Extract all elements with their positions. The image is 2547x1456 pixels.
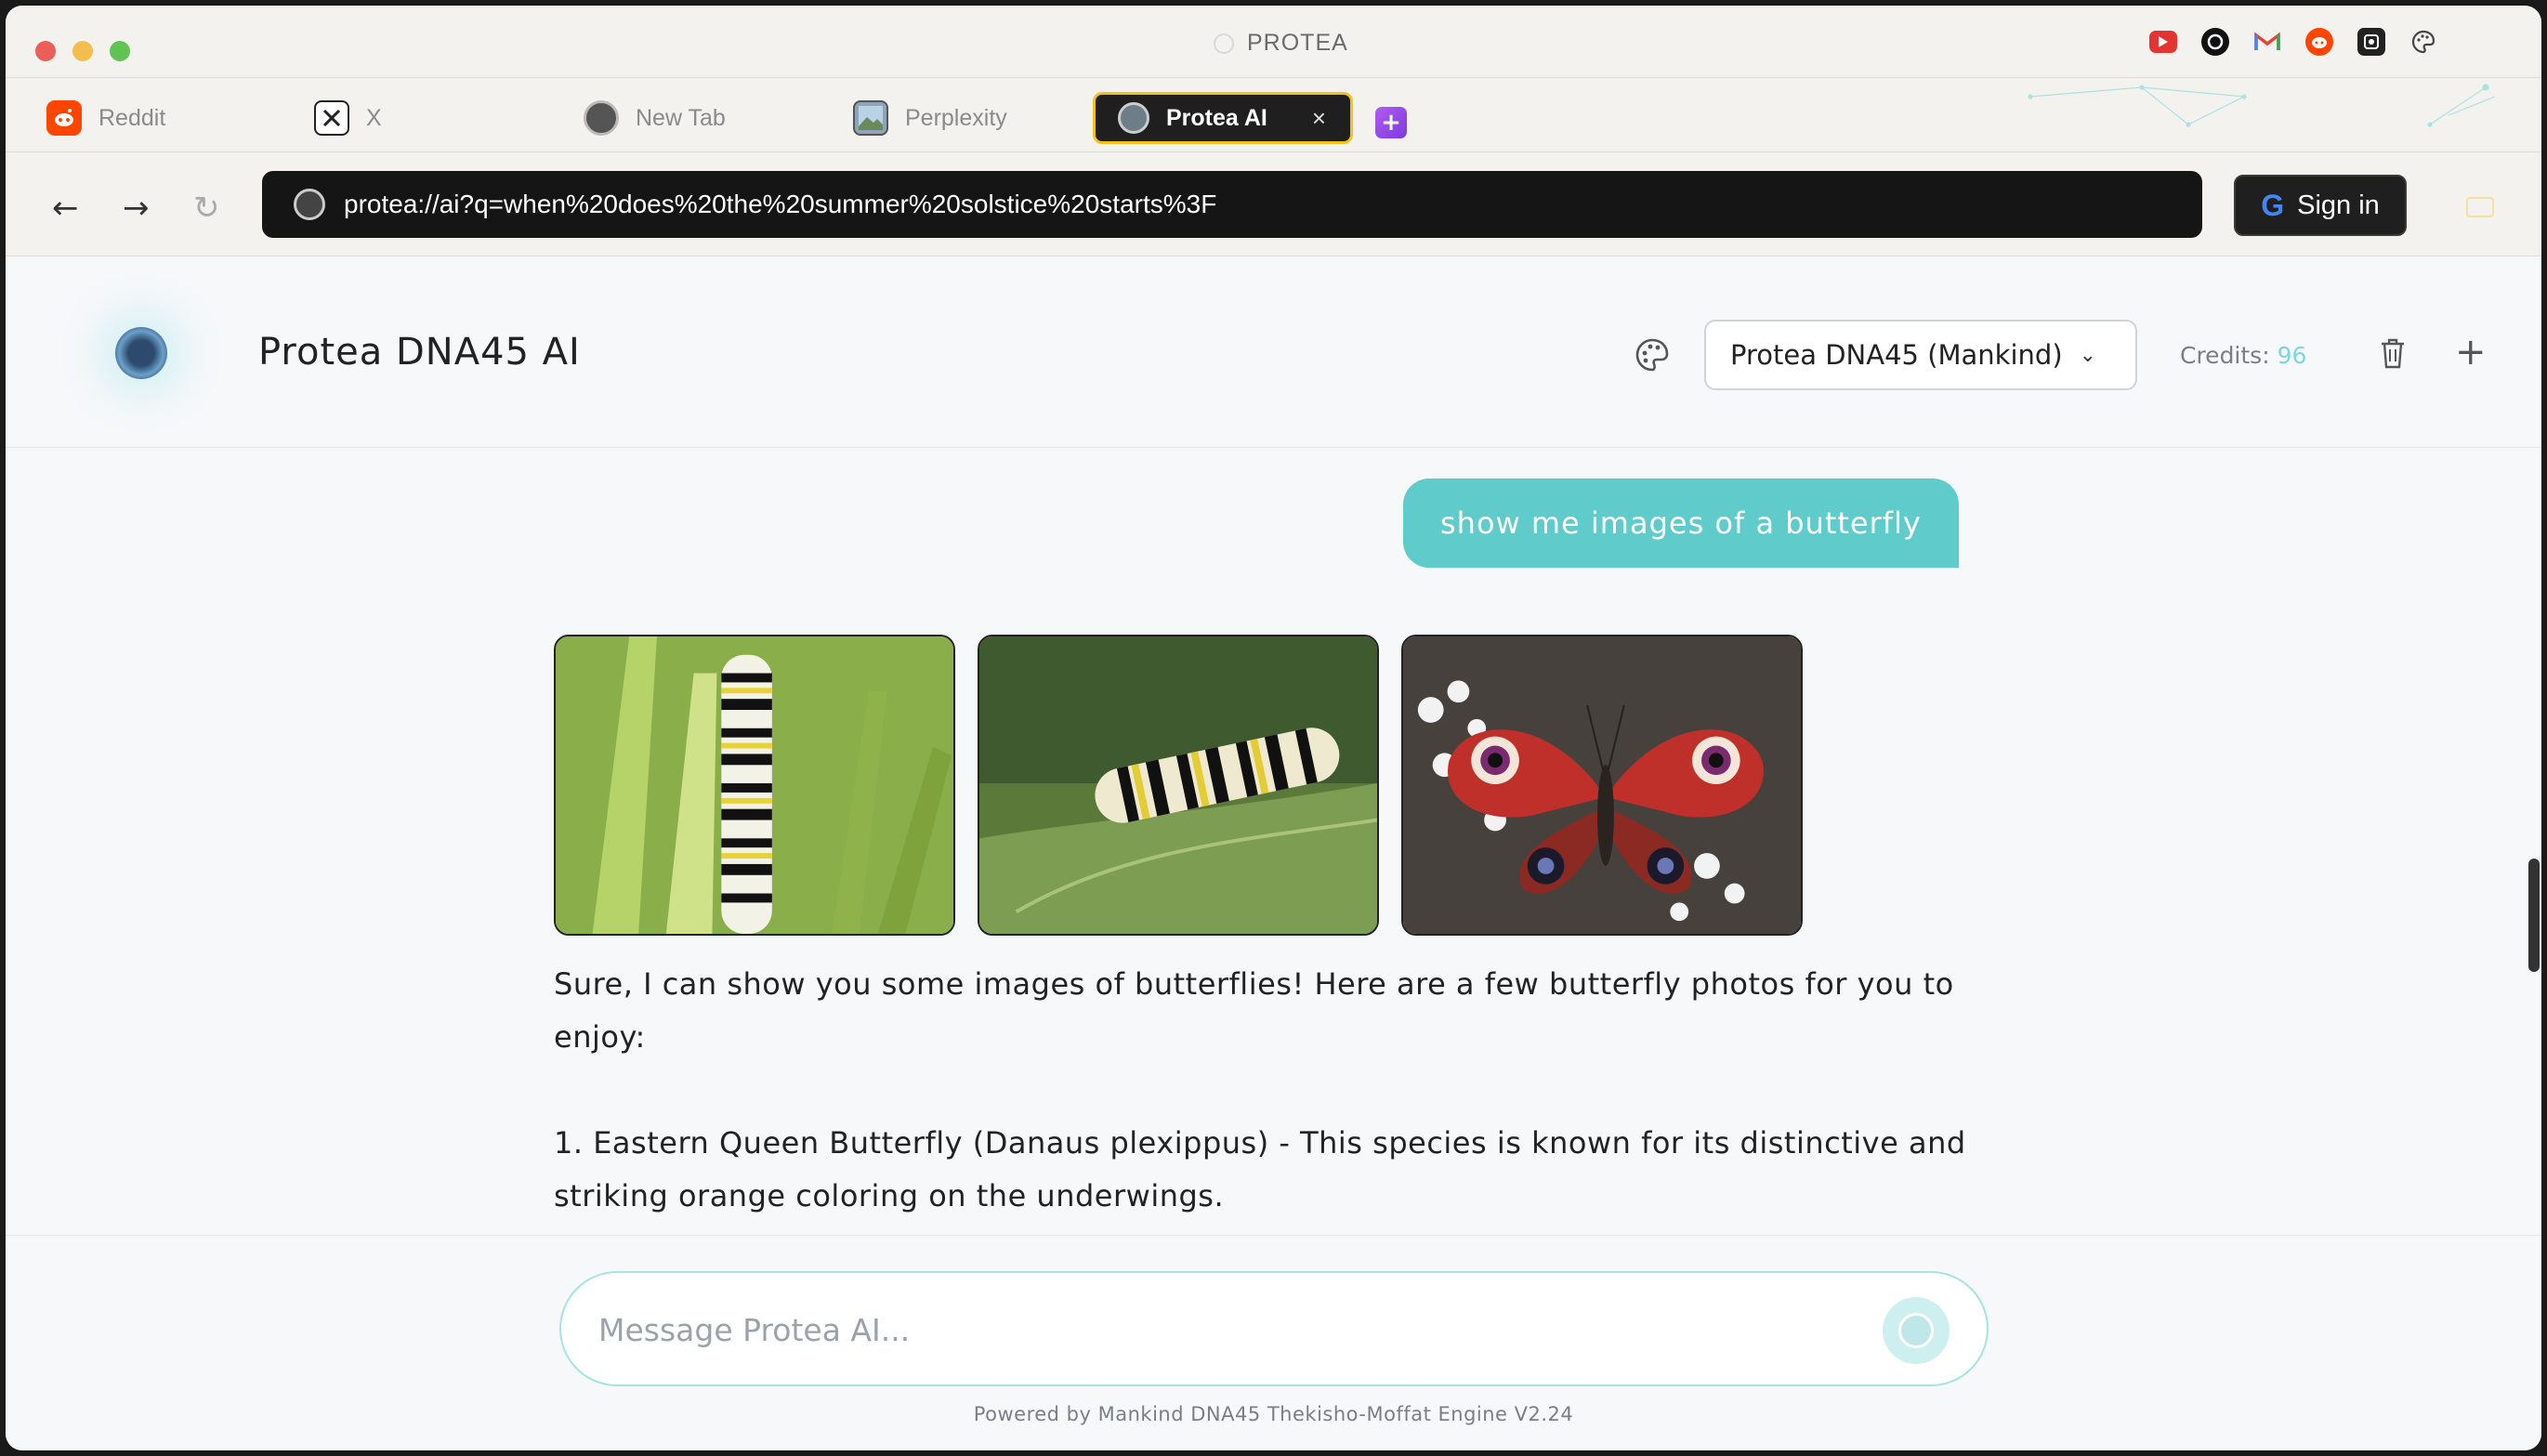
- title-bar: PROTEA: [6, 6, 2541, 78]
- app-header: Protea DNA45 AI Protea DNA45 (Mankind) ⌄…: [6, 256, 2541, 448]
- minimize-window-button[interactable]: [72, 41, 93, 61]
- protea-icon: [584, 100, 619, 136]
- send-button[interactable]: [1883, 1297, 1950, 1364]
- scrollbar[interactable]: [2528, 859, 2540, 972]
- reddit-icon: [46, 100, 82, 136]
- folder-icon[interactable]: [2466, 197, 2494, 217]
- sign-in-label: Sign in: [2297, 190, 2380, 220]
- user-message-bubble: show me images of a butterfly: [1403, 479, 1959, 568]
- tab-label: Reddit: [98, 104, 166, 131]
- browser-window: PROTEA Reddit X New Tab Perplexity Prote…: [6, 6, 2541, 1450]
- url-text[interactable]: protea://ai?q=when%20does%20the%20summer…: [344, 190, 1216, 219]
- page-title: Protea DNA45 AI: [258, 331, 581, 374]
- tab-protea-ai[interactable]: Protea AI ×: [1093, 92, 1353, 144]
- image-icon: [853, 100, 888, 136]
- protea-send-icon: [1898, 1313, 1934, 1348]
- back-arrow-icon[interactable]: ←: [52, 190, 79, 227]
- new-tab-button[interactable]: +: [1375, 107, 1407, 138]
- protea-icon: [1118, 102, 1149, 134]
- tab-x[interactable]: X: [299, 92, 382, 144]
- tab-bar: Reddit X New Tab Perplexity Protea AI × …: [6, 78, 2541, 152]
- tab-perplexity[interactable]: Perplexity: [838, 92, 1007, 144]
- tab-label: X: [366, 104, 382, 131]
- window-title: PROTEA: [1214, 30, 1348, 57]
- chat-area: show me images of a butterfly Sure, I ca…: [6, 449, 2541, 1235]
- protea-logo-icon: [115, 327, 167, 379]
- assistant-message: Sure, I can show you some images of butt…: [554, 958, 2003, 1235]
- maximize-window-button[interactable]: [110, 41, 130, 61]
- chatgpt-icon[interactable]: [2201, 28, 2229, 56]
- sign-in-button[interactable]: G Sign in: [2234, 175, 2407, 236]
- butterfly-image-2[interactable]: [978, 635, 1379, 936]
- butterfly-image-3[interactable]: [1401, 635, 1803, 936]
- message-composer: [559, 1271, 1989, 1386]
- address-bar[interactable]: protea://ai?q=when%20does%20the%20summer…: [262, 171, 2202, 238]
- credits-display: Credits: 96: [2180, 342, 2306, 369]
- x-icon: [314, 100, 349, 136]
- tab-new-tab[interactable]: New Tab: [569, 92, 726, 144]
- assistant-paragraph: Sure, I can show you some images of butt…: [554, 966, 1954, 1055]
- network-decoration: [2028, 84, 2496, 127]
- window-title-text: PROTEA: [1247, 30, 1348, 56]
- credits-label: Credits:: [2180, 342, 2270, 369]
- tab-reddit[interactable]: Reddit: [32, 92, 165, 144]
- credits-value: 96: [2277, 342, 2307, 369]
- butterfly-image-1[interactable]: [554, 635, 955, 936]
- tab-label: Perplexity: [905, 104, 1007, 131]
- navigation-bar: ← → ↻ protea://ai?q=when%20does%20the%20…: [6, 152, 2541, 256]
- reload-icon[interactable]: ↻: [193, 190, 220, 227]
- palette-icon[interactable]: [2409, 28, 2437, 56]
- close-tab-icon[interactable]: ×: [1312, 104, 1326, 133]
- camera-icon[interactable]: [2357, 28, 2385, 56]
- reddit-icon[interactable]: [2305, 28, 2333, 56]
- new-chat-button[interactable]: +: [2455, 331, 2487, 374]
- youtube-icon[interactable]: [2149, 31, 2177, 53]
- extensions-bar: [2149, 28, 2437, 56]
- chevron-down-icon: ⌄: [2079, 343, 2097, 367]
- gmail-icon[interactable]: [2253, 28, 2281, 56]
- tab-label: New Tab: [636, 104, 726, 131]
- trash-icon[interactable]: [2379, 336, 2407, 370]
- protea-icon: [1214, 33, 1234, 54]
- palette-icon[interactable]: [1634, 336, 1671, 374]
- close-window-button[interactable]: [35, 41, 56, 61]
- google-icon: G: [2261, 188, 2285, 222]
- message-input[interactable]: [598, 1301, 1806, 1358]
- composer-area: Powered by Mankind DNA45 Thekisho-Moffat…: [6, 1235, 2541, 1450]
- forward-arrow-icon[interactable]: →: [123, 190, 150, 227]
- model-select-value: Protea DNA45 (Mankind): [1730, 339, 2063, 371]
- assistant-paragraph: 1. Eastern Queen Butterfly (Danaus plexi…: [554, 1125, 1966, 1213]
- protea-icon: [294, 189, 325, 220]
- footer-powered-by: Powered by Mankind DNA45 Thekisho-Moffat…: [973, 1403, 1574, 1425]
- tab-label: Protea AI: [1166, 104, 1267, 131]
- model-select[interactable]: Protea DNA45 (Mankind) ⌄: [1704, 320, 2137, 390]
